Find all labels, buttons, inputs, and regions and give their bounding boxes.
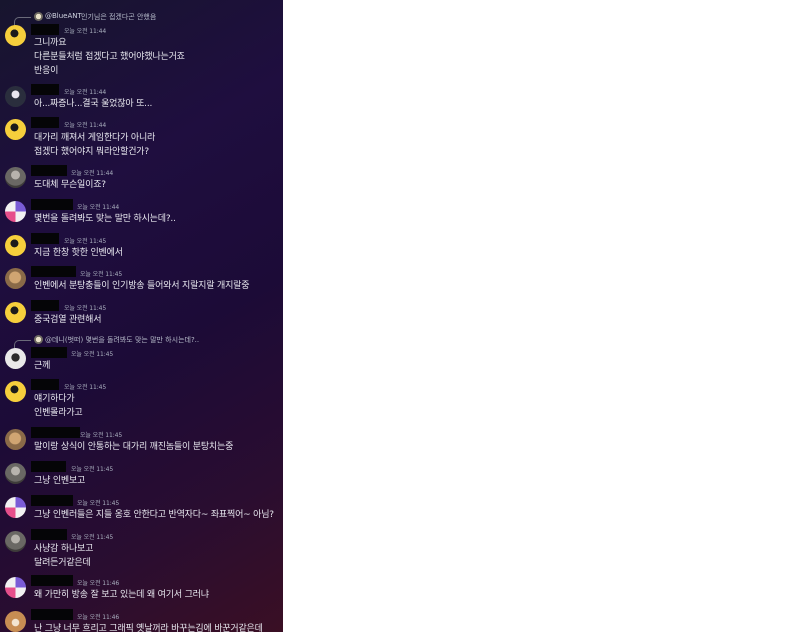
user-avatar[interactable] bbox=[5, 268, 26, 289]
reply-avatar-icon bbox=[34, 335, 43, 344]
user-avatar[interactable] bbox=[5, 167, 26, 188]
chat-message: 오늘 오전 11:44 도대체 무슨일이죠? bbox=[0, 165, 283, 193]
user-avatar[interactable] bbox=[5, 577, 26, 598]
message-text: 다른분들처럼 접겠다고 했어야했나는거죠 bbox=[34, 52, 185, 62]
user-avatar[interactable] bbox=[5, 531, 26, 552]
user-avatar[interactable] bbox=[5, 463, 26, 484]
timestamp: 오늘 오전 11:44 bbox=[64, 122, 107, 129]
redacted-username bbox=[31, 461, 66, 472]
user-avatar[interactable] bbox=[5, 381, 26, 402]
timestamp: 오늘 오전 11:45 bbox=[64, 384, 107, 391]
chat-message: 오늘 오전 11:45 얘기하다가 인벤몰라가고 bbox=[0, 379, 283, 421]
timestamp: 오늘 오전 11:45 bbox=[71, 534, 114, 541]
redacted-username bbox=[31, 199, 73, 210]
chat-message: @BlueANT 인기님은 접겠다곤 안했음 오늘 오전 11:44 그니까요 … bbox=[0, 0, 283, 80]
redacted-username bbox=[31, 575, 73, 586]
timestamp: 오늘 오전 11:44 bbox=[64, 89, 107, 96]
message-text: 근께 bbox=[34, 361, 51, 371]
chat-message: 오늘 오전 11:45 지금 한창 핫한 인벤에서 bbox=[0, 233, 283, 261]
redacted-username bbox=[31, 427, 80, 438]
message-text: 도대체 무슨일이죠? bbox=[34, 180, 106, 190]
message-text: 그냥 인벤러들은 지들 옹호 안한다고 반역자다~ 좌표찍어~ 아님? bbox=[34, 510, 274, 520]
message-text: 인벤몰라가고 bbox=[34, 408, 83, 418]
redacted-username bbox=[31, 609, 73, 620]
message-text: 난 그냥 너무 흐리고 그래픽 옛날꺼라 바꾸는김에 바꾼거같은데 bbox=[34, 624, 263, 632]
redacted-username bbox=[31, 24, 59, 35]
reply-reference[interactable]: @데니(벗떠) 몇번을 돌려봐도 맞는 말만 하시는데?.. bbox=[0, 334, 283, 351]
redacted-username bbox=[31, 233, 59, 244]
message-text: 접겠다 했어야지 뭐라안할건가? bbox=[34, 147, 149, 157]
timestamp: 오늘 오전 11:45 bbox=[80, 271, 123, 278]
message-text: 달려든거같은데 bbox=[34, 558, 91, 568]
user-avatar[interactable] bbox=[5, 235, 26, 256]
timestamp: 오늘 오전 11:45 bbox=[77, 500, 120, 507]
chat-panel: @BlueANT 인기님은 접겠다곤 안했음 오늘 오전 11:44 그니까요 … bbox=[0, 0, 283, 632]
timestamp: 오늘 오전 11:44 bbox=[64, 28, 107, 35]
timestamp: 오늘 오전 11:45 bbox=[80, 432, 123, 439]
reply-text: @데니(벗떠) 몇번을 돌려봐도 맞는 말만 하시는데?.. bbox=[45, 336, 200, 344]
message-text: 인벤에서 분탕충들이 인기방송 들어와서 지랄지랄 개지랄중 bbox=[34, 281, 250, 291]
redacted-username bbox=[31, 300, 59, 311]
chat-message: 오늘 오전 11:45 그냥 인벤러들은 지들 옹호 안한다고 반역자다~ 좌표… bbox=[0, 495, 283, 523]
user-avatar[interactable] bbox=[5, 25, 26, 46]
message-text: 그냥 인벤보고 bbox=[34, 476, 86, 486]
redacted-username bbox=[31, 347, 67, 358]
chat-message: 오늘 오전 11:44 몇번을 돌려봐도 맞는 말만 하시는데?.. bbox=[0, 199, 283, 227]
redacted-username bbox=[31, 495, 73, 506]
message-text: 얘기하다가 bbox=[34, 394, 75, 404]
redacted-username bbox=[31, 165, 67, 176]
redacted-username bbox=[31, 117, 59, 128]
chat-message: 오늘 오전 11:46 왜 가만히 방송 잘 보고 있는데 왜 여기서 그러냐 bbox=[0, 575, 283, 603]
message-text: 사냥감 하나보고 bbox=[34, 544, 94, 554]
user-avatar[interactable] bbox=[5, 611, 26, 632]
reply-text: 인기님은 접겠다곤 안했음 bbox=[81, 13, 157, 21]
user-avatar[interactable] bbox=[5, 86, 26, 107]
redacted-username bbox=[31, 84, 59, 95]
chat-message: 오늘 오전 11:44 아...짜증나...결국 울었잖아 또... bbox=[0, 84, 283, 114]
timestamp: 오늘 오전 11:45 bbox=[64, 238, 107, 245]
redacted-username bbox=[31, 529, 67, 540]
user-avatar[interactable] bbox=[5, 429, 26, 450]
timestamp: 오늘 오전 11:44 bbox=[77, 204, 120, 211]
redacted-username bbox=[31, 379, 59, 390]
chat-message: 오늘 오전 11:45 사냥감 하나보고 달려든거같은데 bbox=[0, 529, 283, 571]
message-text: 대가리 깨져서 게임한다가 아니라 bbox=[34, 133, 156, 143]
message-text: 반응이 bbox=[34, 66, 59, 76]
timestamp: 오늘 오전 11:44 bbox=[71, 170, 114, 177]
reply-author[interactable]: @BlueANT bbox=[45, 12, 82, 20]
timestamp: 오늘 오전 11:45 bbox=[64, 305, 107, 312]
chat-message: 오늘 오전 11:45 중국검열 관련해서 bbox=[0, 300, 283, 328]
user-avatar[interactable] bbox=[5, 119, 26, 140]
user-avatar[interactable] bbox=[5, 201, 26, 222]
message-text: 아...짜증나...결국 울었잖아 또... bbox=[34, 99, 153, 109]
chat-message: 오늘 오전 11:44 대가리 깨져서 게임한다가 아니라 접겠다 했어야지 뭐… bbox=[0, 117, 283, 157]
user-avatar[interactable] bbox=[5, 348, 26, 369]
chat-message: @데니(벗떠) 몇번을 돌려봐도 맞는 말만 하시는데?.. 오늘 오전 11:… bbox=[0, 334, 283, 374]
chat-message: 오늘 오전 11:45 그냥 인벤보고 bbox=[0, 461, 283, 489]
message-text: 왜 가만히 방송 잘 보고 있는데 왜 여기서 그러냐 bbox=[34, 590, 209, 600]
timestamp: 오늘 오전 11:46 bbox=[77, 580, 120, 587]
chat-message: 오늘 오전 11:45 말이랑 상식이 안통하는 대가리 깨진놈들이 분탕치는중 bbox=[0, 427, 283, 455]
timestamp: 오늘 오전 11:46 bbox=[77, 614, 120, 621]
reply-avatar-icon bbox=[34, 12, 43, 21]
user-avatar[interactable] bbox=[5, 497, 26, 518]
redacted-username bbox=[31, 266, 76, 277]
timestamp: 오늘 오전 11:45 bbox=[71, 351, 114, 358]
message-text: 말이랑 상식이 안통하는 대가리 깨진놈들이 분탕치는중 bbox=[34, 442, 234, 452]
message-text: 지금 한창 핫한 인벤에서 bbox=[34, 248, 123, 258]
timestamp: 오늘 오전 11:45 bbox=[71, 466, 114, 473]
reply-reference[interactable]: @BlueANT 인기님은 접겠다곤 안했음 bbox=[0, 11, 283, 28]
chat-message: 오늘 오전 11:46 난 그냥 너무 흐리고 그래픽 옛날꺼라 바꾸는김에 바… bbox=[0, 609, 283, 632]
user-avatar[interactable] bbox=[5, 302, 26, 323]
message-text: 그니까요 bbox=[34, 38, 67, 48]
message-text: 몇번을 돌려봐도 맞는 말만 하시는데?.. bbox=[34, 214, 176, 224]
message-text: 중국검열 관련해서 bbox=[34, 315, 102, 325]
chat-message: 오늘 오전 11:45 인벤에서 분탕충들이 인기방송 들어와서 지랄지랄 개지… bbox=[0, 266, 283, 294]
